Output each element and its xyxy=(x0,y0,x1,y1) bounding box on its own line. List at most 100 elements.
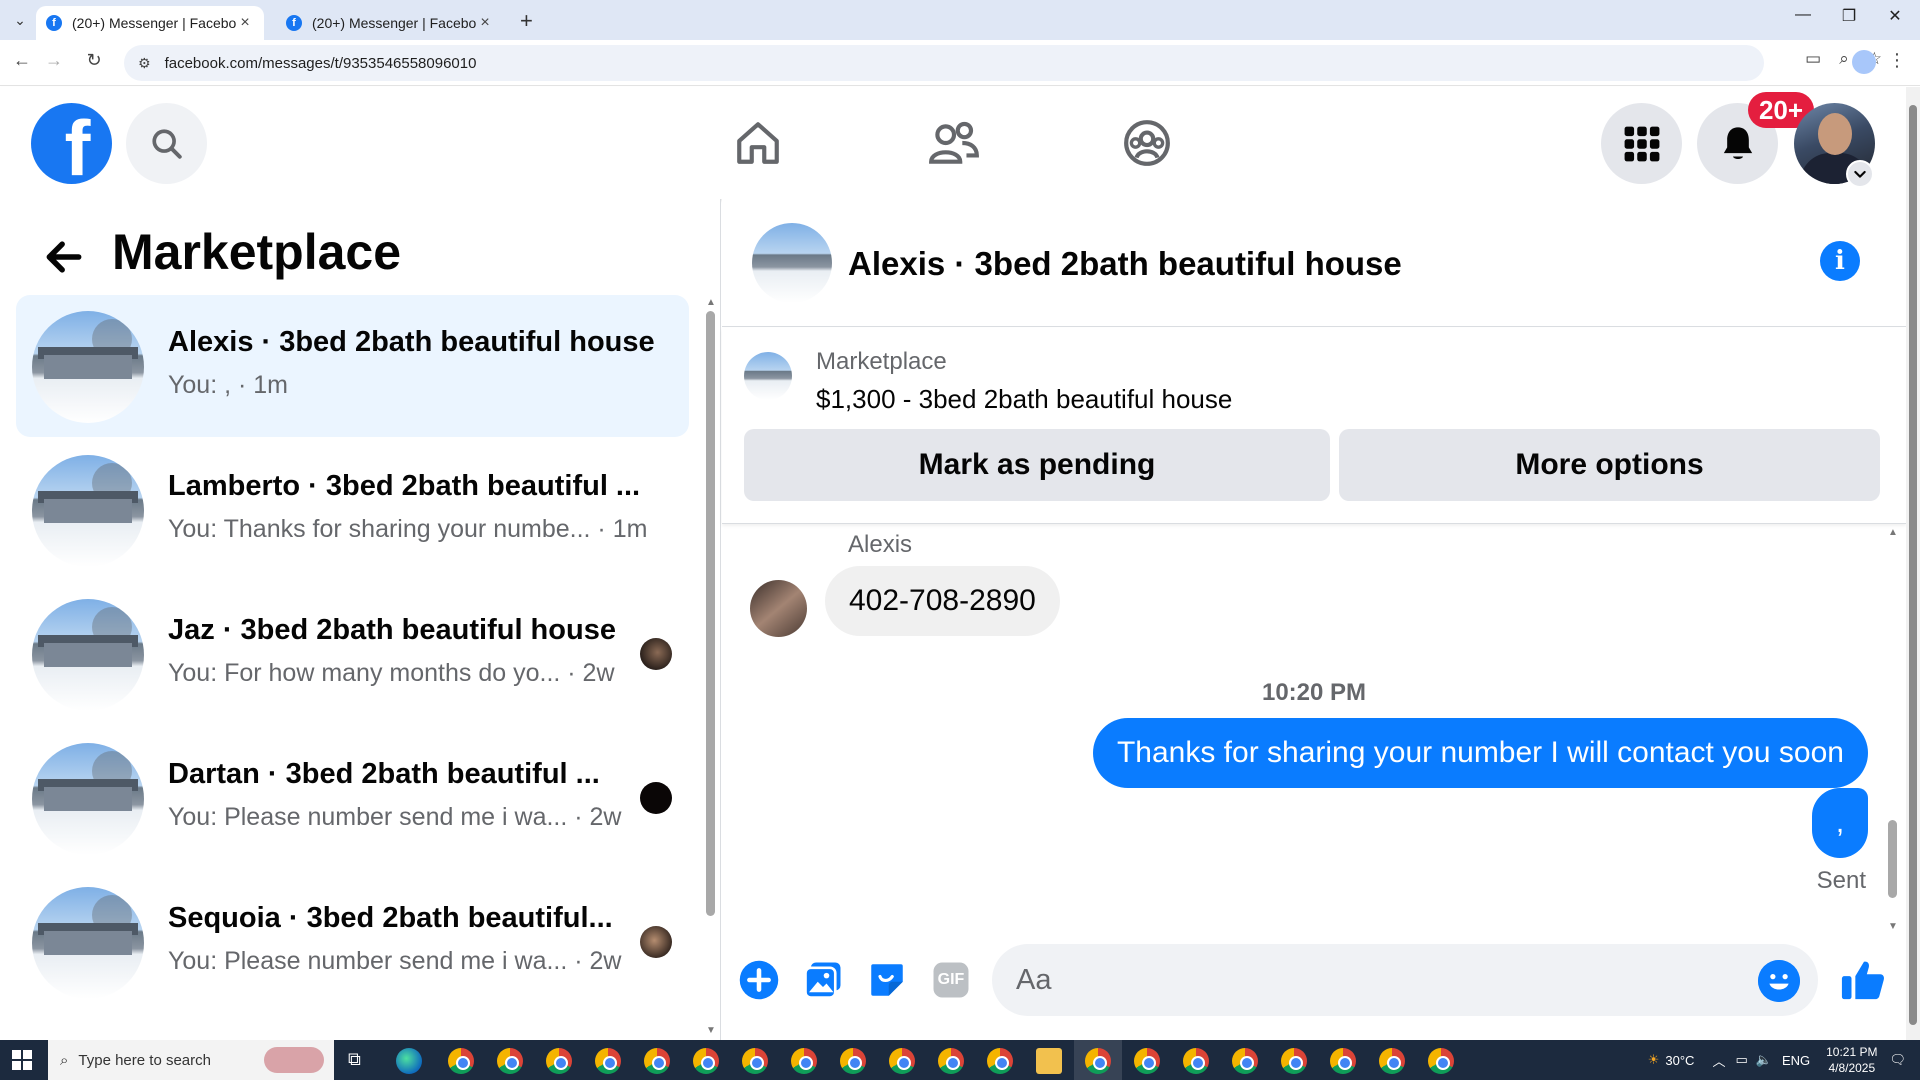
message-input[interactable] xyxy=(992,944,1818,1016)
chrome-icon[interactable] xyxy=(546,1048,572,1074)
url-omnibox[interactable]: ⚙ facebook.com/messages/t/93535465580960… xyxy=(124,45,1764,81)
taskbar-search[interactable]: ⌕ Type here to search xyxy=(48,1040,334,1080)
tab-search-icon[interactable]: ⌄ xyxy=(8,8,32,32)
home-nav-button[interactable] xyxy=(728,113,788,173)
thread-scrollbar[interactable] xyxy=(1888,820,1897,898)
browser-menu-icon[interactable]: ⋮ xyxy=(1888,50,1906,71)
scroll-up-arrow-icon[interactable]: ▲ xyxy=(1888,527,1898,538)
listing-thumbnail[interactable] xyxy=(744,352,792,400)
edge-browser-icon[interactable] xyxy=(396,1048,422,1074)
more-options-button[interactable]: More options xyxy=(1339,429,1880,501)
scroll-up-arrow-icon[interactable]: ▲ xyxy=(706,297,716,308)
chrome-icon[interactable] xyxy=(742,1048,768,1074)
page-scrollbar[interactable] xyxy=(1906,87,1920,1040)
read-receipt-avatar xyxy=(640,782,672,814)
account-menu-button[interactable] xyxy=(1846,160,1874,188)
back-arrow-icon[interactable]: ← xyxy=(8,50,36,71)
chrome-icon[interactable] xyxy=(1281,1048,1307,1074)
chrome-icon[interactable] xyxy=(1183,1048,1209,1074)
search-button[interactable] xyxy=(126,103,207,184)
chrome-icon[interactable] xyxy=(1134,1048,1160,1074)
conversation-list-scrollbar[interactable] xyxy=(706,311,715,916)
chrome-icon[interactable] xyxy=(889,1048,915,1074)
chrome-icon[interactable] xyxy=(840,1048,866,1074)
chrome-icon[interactable] xyxy=(497,1048,523,1074)
site-info-icon[interactable]: ⚙ xyxy=(138,55,151,72)
tray-overflow-icon[interactable]: ︿ xyxy=(1712,1051,1725,1070)
chrome-icon[interactable] xyxy=(791,1048,817,1074)
input-language[interactable]: ENG xyxy=(1782,1053,1810,1068)
chrome-icon[interactable] xyxy=(1428,1048,1454,1074)
conversation-name: Dartan · 3bed 2bath beautiful ... xyxy=(168,758,600,790)
chrome-icon[interactable] xyxy=(987,1048,1013,1074)
network-icon[interactable]: ▭ xyxy=(1735,1052,1747,1068)
chrome-icon[interactable] xyxy=(448,1048,474,1074)
groups-nav-button[interactable] xyxy=(1117,113,1177,173)
install-app-icon[interactable]: ▭ xyxy=(1805,49,1839,68)
browser-tab-active[interactable]: f (20+) Messenger | Facebook × xyxy=(36,6,264,40)
notification-center-icon[interactable]: 🗨 xyxy=(1889,1052,1906,1068)
facebook-logo-icon[interactable]: f xyxy=(31,103,112,184)
close-window-icon[interactable]: ✕ xyxy=(1872,6,1918,26)
browser-profile-icon[interactable] xyxy=(1852,50,1876,74)
info-icon[interactable]: i xyxy=(1820,241,1860,281)
scroll-down-arrow-icon[interactable]: ▼ xyxy=(1888,921,1898,932)
mark-as-pending-button[interactable]: Mark as pending xyxy=(744,429,1330,501)
outgoing-message[interactable]: , xyxy=(1812,788,1868,858)
windows-start-icon[interactable] xyxy=(12,1050,32,1070)
volume-icon[interactable]: 🔈 xyxy=(1756,1052,1772,1068)
conversation-item[interactable]: Jaz · 3bed 2bath beautiful house You: Fo… xyxy=(16,583,689,725)
close-tab-icon[interactable]: × xyxy=(476,14,494,32)
outgoing-message[interactable]: Thanks for sharing your number I will co… xyxy=(1092,718,1868,788)
forward-arrow-icon[interactable]: → xyxy=(40,50,68,71)
send-like-button[interactable] xyxy=(1836,953,1890,1007)
conversation-item[interactable]: Lamberto · 3bed 2bath beautiful ... You:… xyxy=(16,439,689,581)
weather-icon[interactable]: ☀ xyxy=(1648,1052,1660,1068)
taskbar-clock[interactable]: 10:21 PM 4/8/2025 xyxy=(1826,1044,1877,1076)
chrome-icon[interactable] xyxy=(693,1048,719,1074)
conversation-item[interactable]: Dartan · 3bed 2bath beautiful ... You: P… xyxy=(16,727,689,869)
friends-nav-button[interactable] xyxy=(924,113,984,173)
new-tab-button[interactable]: + xyxy=(520,8,533,34)
chat-title[interactable]: Alexis · 3bed 2bath beautiful house xyxy=(848,245,1402,283)
weather-temp[interactable]: 30°C xyxy=(1665,1053,1694,1068)
conversation-item[interactable]: Sequoia · 3bed 2bath beautiful... You: P… xyxy=(16,871,689,1013)
chrome-icon[interactable] xyxy=(1085,1048,1111,1074)
chrome-icon[interactable] xyxy=(938,1048,964,1074)
menu-button[interactable] xyxy=(1601,103,1682,184)
minimize-icon[interactable]: — xyxy=(1780,6,1826,24)
chrome-icon[interactable] xyxy=(1330,1048,1356,1074)
back-button[interactable] xyxy=(42,235,86,279)
chrome-icon[interactable] xyxy=(644,1048,670,1074)
attach-photo-button[interactable] xyxy=(800,957,846,1003)
task-view-icon[interactable]: ⧉ xyxy=(348,1049,370,1071)
gif-button[interactable]: GIF xyxy=(928,957,974,1003)
system-tray: ☀ 30°C ︿ ▭ 🔈 ENG 10:21 PM 4/8/2025 🗨 xyxy=(1648,1040,1920,1080)
conversation-name: Sequoia · 3bed 2bath beautiful... xyxy=(168,902,613,934)
conversation-snippet: You: Please number send me i wa... · 2w xyxy=(168,803,622,831)
emoji-button[interactable] xyxy=(1758,960,1800,1002)
restore-icon[interactable]: ❐ xyxy=(1826,6,1872,26)
sticker-button[interactable] xyxy=(864,957,910,1003)
tab-title: (20+) Messenger | Facebook xyxy=(312,15,476,31)
file-explorer-icon[interactable] xyxy=(1036,1048,1062,1074)
taskbar-search-placeholder: Type here to search xyxy=(78,1051,211,1069)
chat-listing-avatar[interactable] xyxy=(752,223,832,303)
address-bar: ← → ↻ ⚙ facebook.com/messages/t/93535465… xyxy=(0,40,1920,86)
clock-date: 4/8/2025 xyxy=(1828,1061,1876,1075)
sender-avatar[interactable] xyxy=(750,580,807,637)
panel-title: Marketplace xyxy=(112,224,402,280)
conversation-item[interactable]: Alexis · 3bed 2bath beautiful house You:… xyxy=(16,295,689,437)
chrome-icon[interactable] xyxy=(1232,1048,1258,1074)
scroll-down-arrow-icon[interactable]: ▼ xyxy=(706,1025,716,1036)
chrome-icon[interactable] xyxy=(595,1048,621,1074)
chrome-icon[interactable] xyxy=(1379,1048,1405,1074)
reload-icon[interactable]: ↻ xyxy=(80,50,108,71)
listing-title[interactable]: $1,300 - 3bed 2bath beautiful house xyxy=(816,384,1232,415)
close-tab-icon[interactable]: × xyxy=(236,14,254,32)
browser-tab[interactable]: f (20+) Messenger | Facebook × xyxy=(276,6,504,40)
emoji-smile-icon xyxy=(1758,960,1800,1002)
incoming-message[interactable]: 402-708-2890 xyxy=(825,566,1060,636)
more-actions-button[interactable] xyxy=(736,957,782,1003)
chevron-down-icon xyxy=(1854,170,1866,178)
